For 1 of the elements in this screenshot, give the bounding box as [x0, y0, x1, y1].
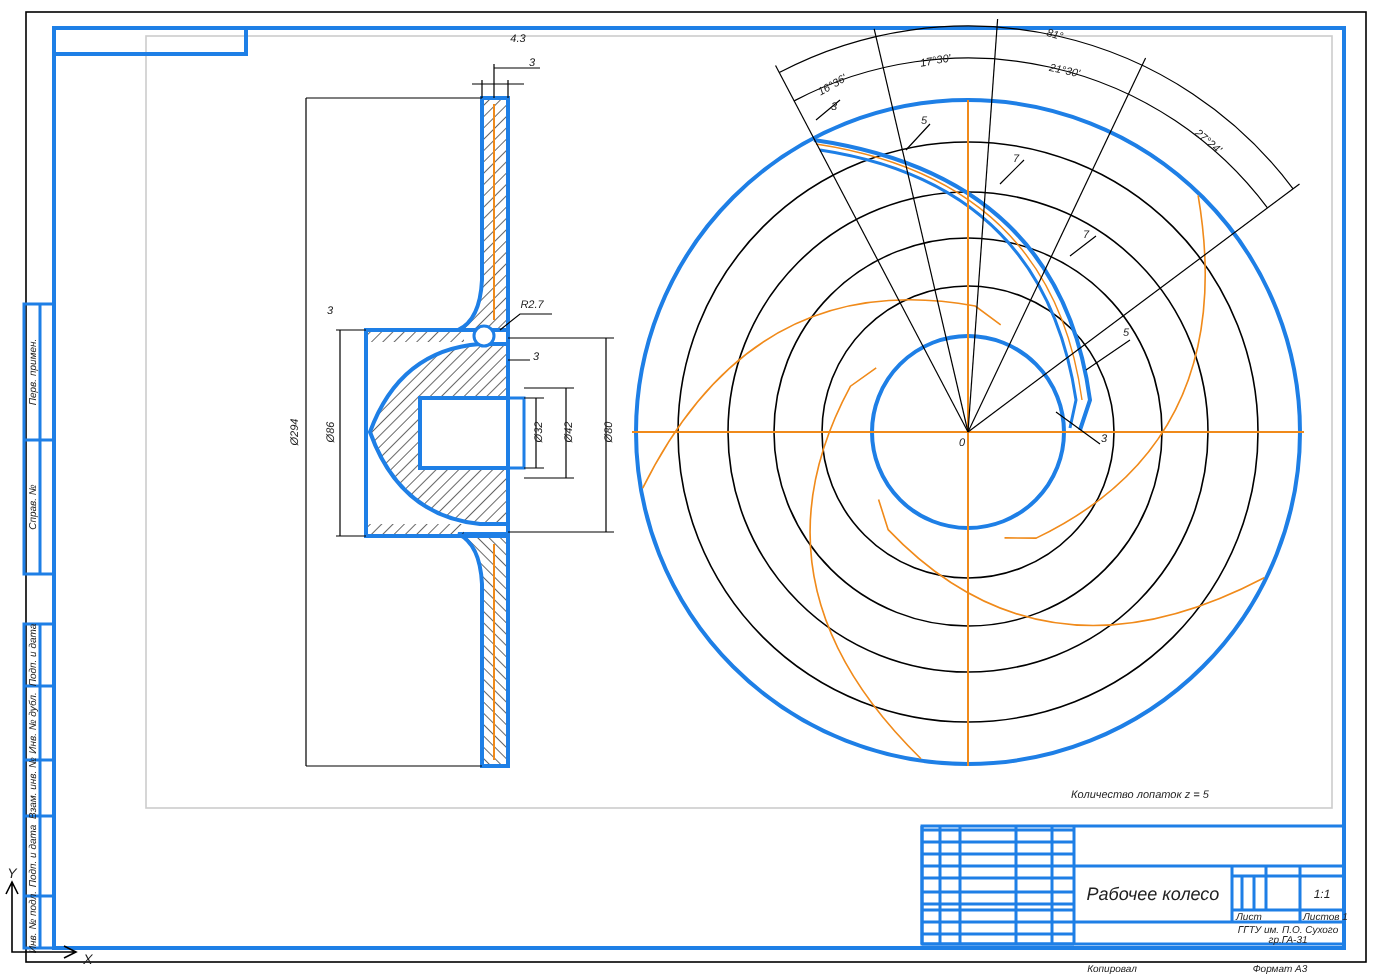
drawing-title: Рабочее колесо — [1086, 884, 1220, 904]
